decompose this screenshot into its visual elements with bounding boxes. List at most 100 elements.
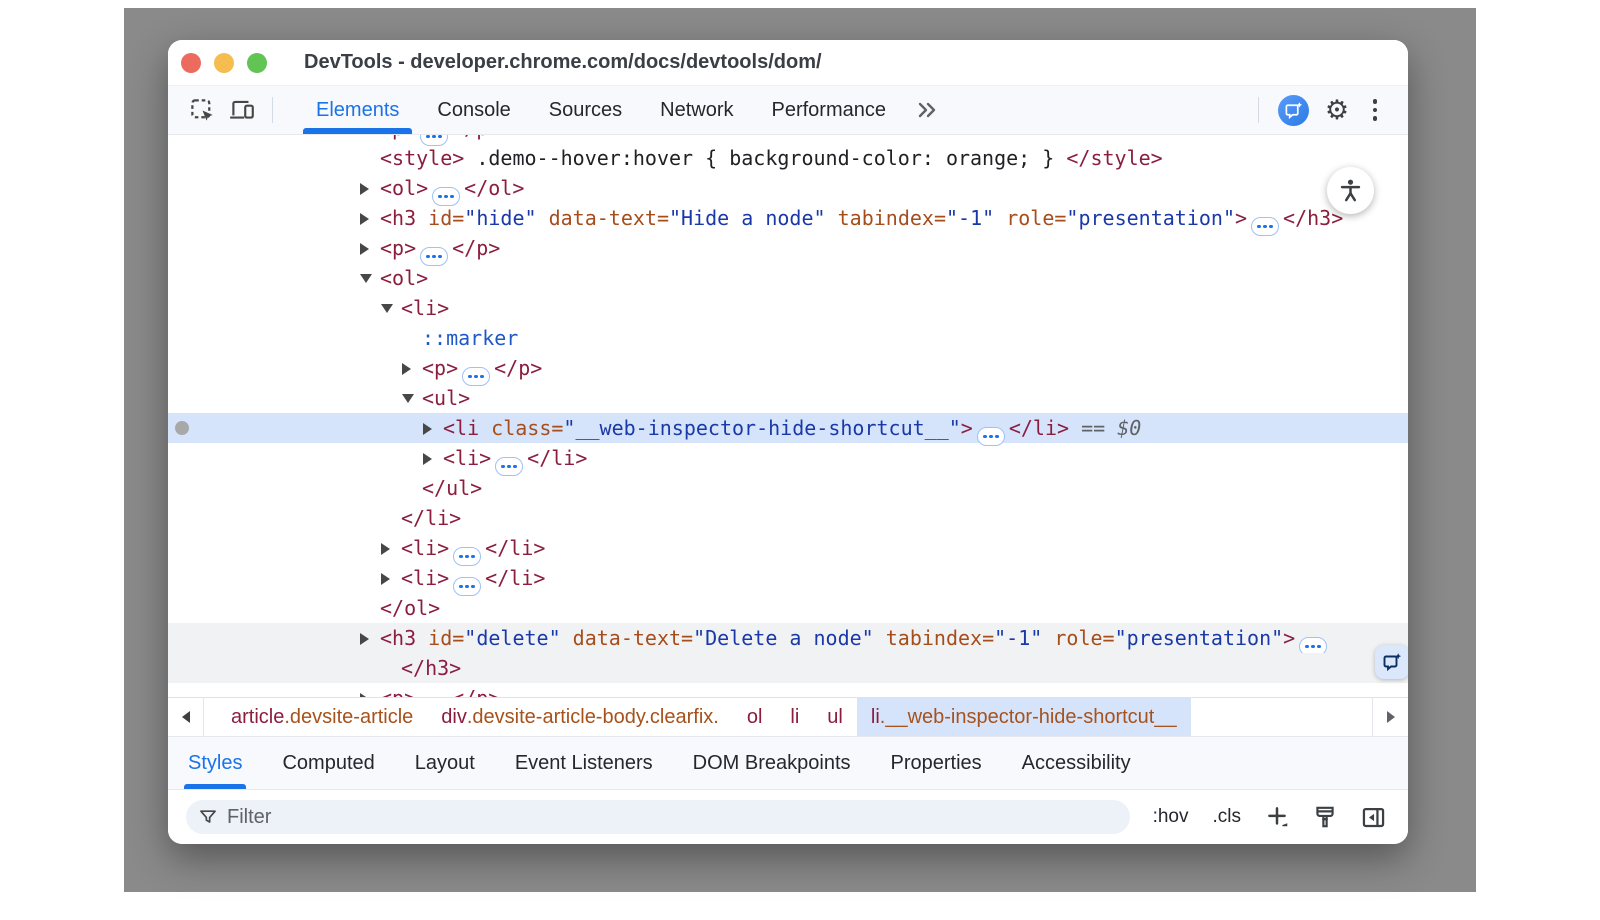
toggle-sidebar-icon[interactable] (1356, 800, 1390, 834)
breadcrumb-item[interactable]: div.devsite-article-body.clearfix. (427, 698, 733, 736)
breadcrumb-item[interactable]: li.__web-inspector-hide-shortcut__ (857, 698, 1191, 736)
expand-arrow-icon[interactable] (381, 563, 401, 593)
token-tag: <style> (380, 146, 464, 170)
breadcrumb-item[interactable]: ul (813, 698, 857, 736)
token-tag: </ol> (464, 176, 524, 200)
collapse-arrow-icon[interactable] (381, 293, 401, 323)
crumb-cls: .__web-inspector-hide-shortcut__ (880, 706, 1177, 729)
sidebar-tab-accessibility[interactable]: Accessibility (1008, 737, 1145, 789)
new-style-rule-icon[interactable] (1260, 800, 1294, 834)
expand-arrow-icon[interactable] (360, 173, 380, 203)
token-tag: <ul> (422, 386, 470, 410)
tree-node[interactable]: <p></p> (168, 233, 1408, 263)
expand-arrow-icon[interactable] (402, 353, 422, 383)
tree-node[interactable]: <li></li> (168, 533, 1408, 563)
breadcrumb-item[interactable]: ol (733, 698, 777, 736)
tree-node[interactable]: <p></p> (168, 683, 1408, 697)
minimize-button[interactable] (214, 53, 234, 73)
tree-node[interactable]: </li> (168, 503, 1408, 533)
crumb-tag: li (871, 706, 880, 729)
token-tag: </p> (452, 135, 500, 140)
token-tag: </li> (485, 566, 545, 590)
tree-node[interactable]: <p></p> (168, 135, 1408, 143)
expand-arrow-icon[interactable] (360, 135, 380, 143)
tab-sources[interactable]: Sources (530, 86, 641, 134)
sidebar-tab-dom-breakpoints[interactable]: DOM Breakpoints (679, 737, 865, 789)
breadcrumb-scroll-right-icon[interactable] (1372, 698, 1408, 736)
tree-node[interactable]: <li></li> (168, 443, 1408, 473)
token-tag: <li> (401, 296, 449, 320)
token-tag: </p> (452, 236, 500, 260)
ai-adorner-icon[interactable] (1375, 645, 1408, 679)
sidebar-tab-computed[interactable]: Computed (268, 737, 388, 789)
tree-node[interactable]: <ol></ol> (168, 173, 1408, 203)
more-options-kebab-icon[interactable] (1356, 92, 1394, 128)
token-val: "__web-inspector-hide-shortcut__" (563, 416, 960, 440)
tree-node[interactable]: <style> .demo--hover:hover { background-… (168, 143, 1408, 173)
collapse-arrow-icon[interactable] (360, 263, 380, 293)
sidebar-tab-layout[interactable]: Layout (401, 737, 489, 789)
tree-node[interactable]: </ul> (168, 473, 1408, 503)
inspect-element-icon[interactable] (182, 92, 222, 128)
more-tabs-icon[interactable] (905, 98, 949, 122)
token-tag: <li (443, 416, 491, 440)
tree-node[interactable]: <ul> (168, 383, 1408, 413)
crumb-cls: .devsite-article-body.clearfix. (467, 706, 719, 729)
accessibility-overlay-icon[interactable] (1327, 167, 1374, 214)
token-plain (1042, 626, 1054, 650)
tab-console[interactable]: Console (418, 86, 529, 134)
token-tag: </h3> (401, 656, 461, 680)
breadcrumb: article.devsite-articlediv.devsite-artic… (168, 697, 1408, 737)
devtools-window: DevTools - developer.chrome.com/docs/dev… (168, 40, 1408, 844)
expand-arrow-icon[interactable] (423, 413, 443, 443)
expand-arrow-icon[interactable] (360, 233, 380, 263)
expand-arrow-icon[interactable] (381, 533, 401, 563)
tab-elements[interactable]: Elements (297, 86, 418, 134)
zoom-button[interactable] (247, 53, 267, 73)
breadcrumb-scroll-left-icon[interactable] (168, 698, 204, 736)
tree-node[interactable]: ::marker (168, 323, 1408, 353)
toggle-class-button[interactable]: .cls (1208, 802, 1247, 832)
token-val: "Hide a node" (669, 206, 826, 230)
expand-arrow-icon[interactable] (360, 203, 380, 233)
tree-node[interactable]: <li></li> (168, 563, 1408, 593)
ai-assistant-icon[interactable] (1278, 95, 1309, 126)
expand-arrow-icon[interactable] (360, 623, 380, 653)
breadcrumb-items: article.devsite-articlediv.devsite-artic… (204, 698, 1191, 736)
sidebar-tab-event-listeners[interactable]: Event Listeners (501, 737, 667, 789)
filter-input[interactable] (227, 806, 1118, 829)
expand-arrow-icon[interactable] (423, 443, 443, 473)
tree-node[interactable]: <li> (168, 293, 1408, 323)
token-val: "presentation" (1115, 626, 1284, 650)
sidebar-tab-styles[interactable]: Styles (174, 737, 256, 789)
sidebar-tabs: StylesComputedLayoutEvent ListenersDOM B… (168, 737, 1408, 790)
tree-node[interactable]: <ol> (168, 263, 1408, 293)
window-title: DevTools - developer.chrome.com/docs/dev… (304, 51, 822, 74)
tab-network[interactable]: Network (641, 86, 752, 134)
filter-funnel-icon (198, 807, 218, 827)
expand-arrow-icon[interactable] (360, 683, 380, 697)
breadcrumb-item[interactable]: li (776, 698, 813, 736)
element-marker-dot (175, 421, 189, 435)
tree-node[interactable]: </h3> (168, 653, 1408, 683)
tree-node[interactable]: </ol> (168, 593, 1408, 623)
device-toolbar-icon[interactable] (222, 92, 262, 128)
tree-node[interactable]: <h3 id="hide" data-text="Hide a node" ta… (168, 203, 1408, 233)
settings-gear-icon[interactable]: ⚙ (1318, 92, 1356, 128)
token-plain: .demo--hover:hover { background-color: o… (464, 146, 1066, 170)
close-button[interactable] (181, 53, 201, 73)
devtools-toolbar: ElementsConsoleSourcesNetworkPerformance… (168, 85, 1408, 135)
token-plain (561, 626, 573, 650)
tree-node[interactable]: <h3 id="delete" data-text="Delete a node… (168, 623, 1408, 653)
breadcrumb-item[interactable]: article.devsite-article (217, 698, 427, 736)
filter-field[interactable] (186, 800, 1130, 834)
token-tag: <li> (443, 446, 491, 470)
collapse-arrow-icon[interactable] (402, 383, 422, 413)
tree-node[interactable]: <p></p> (168, 353, 1408, 383)
tab-performance[interactable]: Performance (753, 86, 906, 134)
tree-node[interactable]: <li class="__web-inspector-hide-shortcut… (168, 413, 1408, 443)
toggle-hover-state-button[interactable]: :hov (1148, 802, 1194, 832)
token-plain (826, 206, 838, 230)
sidebar-tab-properties[interactable]: Properties (877, 737, 996, 789)
rendering-brush-icon[interactable] (1308, 800, 1342, 834)
